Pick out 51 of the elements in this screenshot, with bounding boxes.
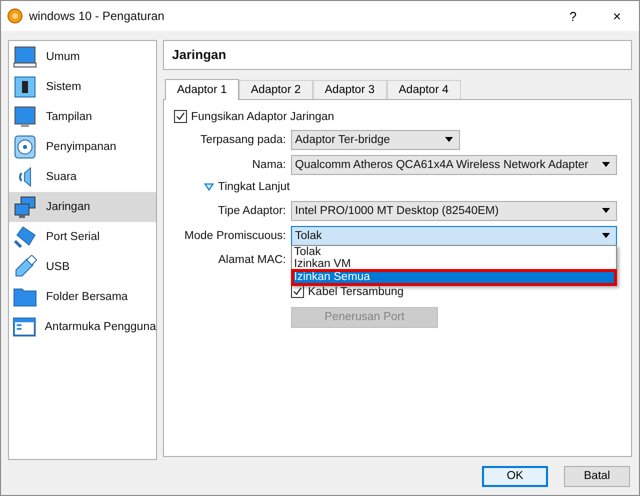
sidebar-item[interactable]: USB [9, 252, 156, 282]
sidebar-item[interactable]: Tampilan [9, 102, 156, 132]
sidebar-item[interactable]: Port Serial [9, 222, 156, 252]
monitor-icon [13, 45, 37, 69]
dialog-button[interactable]: Batal [564, 466, 630, 486]
field-label: Mode Promiscuous: [183, 230, 286, 242]
checkbox[interactable] [174, 110, 187, 124]
sidebar-item[interactable]: Folder Bersama [9, 282, 156, 312]
network-icon [13, 195, 37, 219]
sidebar-item[interactable]: Penyimpanan [9, 132, 156, 162]
triangle-icon [204, 182, 214, 192]
field-label: Terpasang pada: [199, 134, 286, 146]
speaker-icon [18, 167, 32, 187]
window-icon [13, 315, 36, 339]
dropdown-arrow-icon [602, 162, 610, 168]
select-field[interactable]: Qualcomm Atheros QCA61x4A Wireless Network Adapter [291, 154, 617, 175]
sidebar-item[interactable]: Suara [9, 162, 156, 192]
sidebar-item[interactable]: Jaringan [9, 192, 156, 222]
sidebar-item[interactable]: Antarmuka Pengguna [9, 312, 156, 342]
field-label: Alamat MAC: [217, 254, 286, 266]
chip-icon [13, 75, 37, 99]
usb-icon [13, 255, 37, 279]
dialog-button[interactable]: OK [482, 466, 548, 486]
select-field[interactable]: Adaptor Ter-bridge [291, 130, 460, 150]
tab[interactable]: Adaptor 3 [312, 80, 387, 99]
dropdown-arrow-icon [602, 233, 610, 238]
tab[interactable]: Adaptor 1 [165, 78, 239, 100]
monitor-icon [13, 105, 37, 129]
advanced-toggle[interactable]: Tingkat Lanjut [204, 180, 621, 194]
select-field[interactable]: Intel PRO/1000 MT Desktop (82540EM) [291, 200, 617, 221]
field-label: Nama: [251, 158, 286, 171]
tab[interactable]: Adaptor 4 [386, 80, 460, 99]
app-icon [7, 8, 23, 24]
window-title: windows 10 - Pengaturan [29, 9, 166, 23]
page-title: Jaringan [172, 47, 226, 62]
dropdown-arrow-icon [445, 137, 453, 142]
checkbox-label: Fungsikan Adaptor Jaringan [191, 110, 334, 123]
sidebar-item[interactable]: Umum [9, 42, 156, 72]
serial-port-icon [13, 225, 37, 249]
checkbox-label: Kabel Tersambung [308, 286, 404, 298]
field-label: Tipe Adaptor: [217, 204, 286, 217]
select-field[interactable]: Tolak [291, 226, 617, 246]
tab[interactable]: Adaptor 2 [238, 80, 313, 99]
dropdown-option[interactable]: Tolak [292, 246, 616, 258]
dropdown-option[interactable]: Izinkan VM [292, 258, 616, 270]
checkbox[interactable] [291, 285, 304, 298]
dropdown-arrow-icon [602, 208, 610, 214]
help-button[interactable]: ? [551, 1, 595, 31]
close-button[interactable]: × [595, 1, 639, 31]
sidebar-item[interactable]: Sistem [9, 72, 156, 102]
dropdown-option[interactable]: Izinkan Semua [292, 270, 616, 285]
